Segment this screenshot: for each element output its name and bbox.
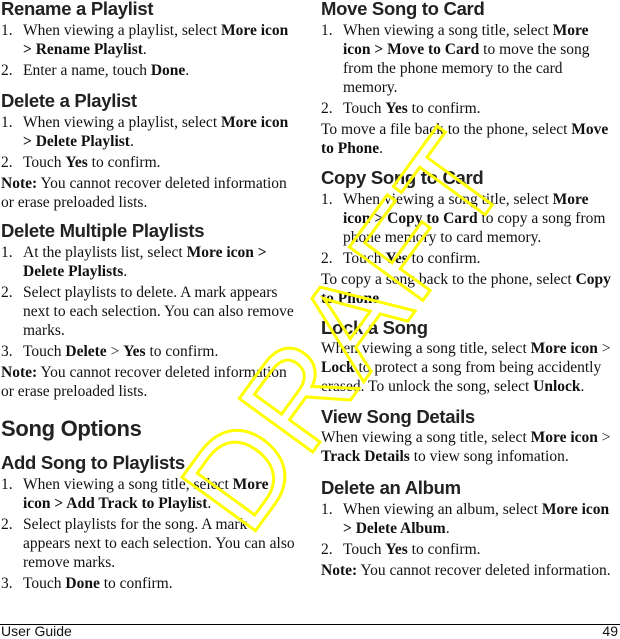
list-item: 2. Touch Yes to confirm. [321, 100, 481, 117]
heading-view-song-details: View Song Details [321, 406, 475, 427]
details-description: When viewing a song title, select More i… [321, 429, 611, 465]
heading-delete-multiple-playlists: Delete Multiple Playlists [1, 220, 205, 241]
section-delete-playlist: Delete a Playlist 1. When viewing a playl… [1, 90, 297, 212]
list-item: 1. When viewing a song title, select More… [321, 191, 606, 246]
section-add-song-to-playlists: Add Song to Playlists 1. When viewing a s… [1, 452, 297, 595]
note: Note: You cannot recover deleted informa… [1, 175, 287, 211]
heading-rename-playlist: Rename a Playlist [1, 0, 154, 19]
copy-to-phone-hint: To copy a song back to the phone, select… [321, 271, 611, 307]
list-item: 1. When viewing a song title, select More… [1, 476, 269, 512]
heading-delete-an-album: Delete an Album [321, 477, 461, 498]
list-item: 1. When viewing a playlist, select More i… [1, 114, 289, 150]
list-item: 1. At the playlists list, select More ico… [1, 244, 267, 280]
heading-add-song-to-playlists: Add Song to Playlists [1, 452, 185, 473]
heading-lock-a-song: Lock a Song [321, 317, 428, 338]
list-item: 2. Touch Yes to confirm. [321, 250, 481, 267]
section-lock-a-song: Lock a Song When viewing a song title, s… [321, 317, 619, 396]
list-item: 1. When viewing an album, select More ico… [321, 501, 610, 537]
section-delete-multiple-playlists: Delete Multiple Playlists 1. At the playl… [1, 220, 297, 401]
note: Note: You cannot recover deleted informa… [321, 562, 611, 579]
section-rename-playlist: Rename a Playlist 1. When viewing a playl… [1, 0, 297, 82]
list-item: 2. Enter a name, touch Done. [1, 62, 190, 79]
list-item: 2. Touch Yes to confirm. [321, 541, 481, 558]
heading-move-song-to-card: Move Song to Card [321, 0, 485, 19]
section-delete-an-album: Delete an Album 1. When viewing an album,… [321, 477, 619, 580]
footer-divider [0, 624, 620, 625]
move-to-phone-hint: To move a file back to the phone, select… [321, 121, 609, 157]
list-item: 2. Touch Yes to confirm. [1, 154, 161, 171]
section-move-song-to-card: Move Song to Card 1. When viewing a song … [321, 0, 619, 158]
list-item: 2. Select playlists to delete. A mark app… [1, 284, 294, 339]
list-item: 1. When viewing a playlist, select More i… [1, 22, 289, 58]
note: Note: You cannot recover deleted informa… [1, 364, 287, 400]
list-item: 3. Touch Done to confirm. [1, 575, 173, 592]
section-view-song-details: View Song Details When viewing a song ti… [321, 406, 619, 466]
lock-description: When viewing a song title, select More i… [321, 340, 611, 395]
list-item: 3. Touch Delete > Yes to confirm. [1, 343, 219, 360]
heading-copy-song-to-card: Copy Song to Card [321, 167, 484, 188]
heading-song-options: Song Options [1, 416, 142, 441]
list-item: 2. Select playlists for the song. A mark … [1, 516, 295, 571]
heading-delete-playlist: Delete a Playlist [1, 90, 137, 111]
section-copy-song-to-card: Copy Song to Card 1. When viewing a song … [321, 167, 619, 308]
list-item: 1. When viewing a song title, select More… [321, 22, 590, 96]
